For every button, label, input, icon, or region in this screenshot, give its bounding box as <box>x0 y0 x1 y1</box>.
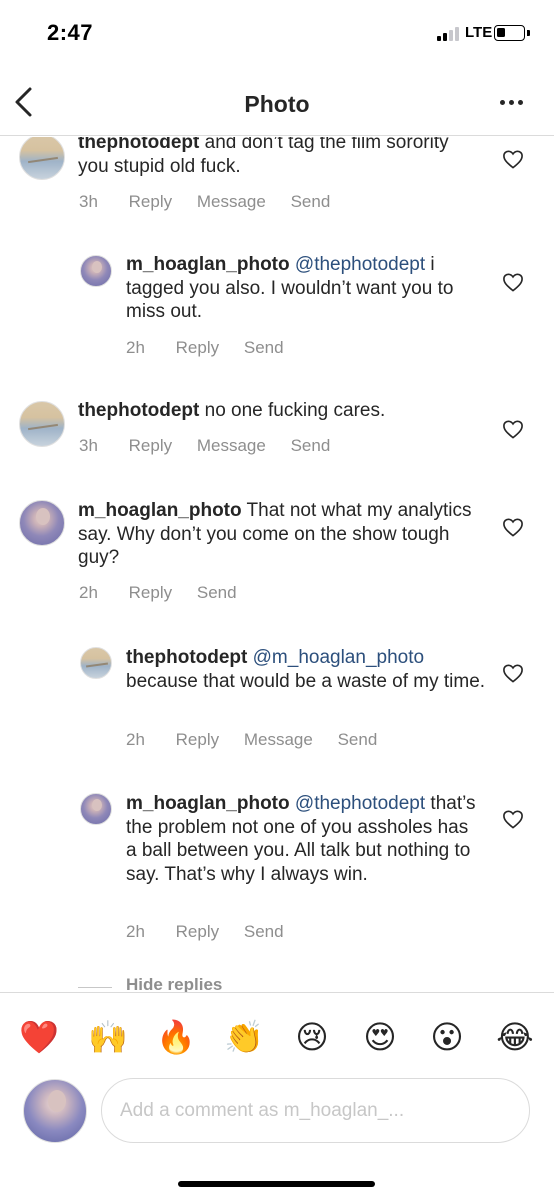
avatar[interactable] <box>19 401 65 447</box>
comment-meta: 2h Reply Send <box>79 583 257 603</box>
send-button[interactable]: Send <box>244 922 284 942</box>
page-title: Photo <box>244 91 310 117</box>
comment-time: 2h <box>79 583 98 602</box>
comment-text: thephotodept and don’t tag the film soro… <box>78 137 478 178</box>
comment-item: m_hoaglan_photo @thephotodept i tagged y… <box>0 249 554 364</box>
heart-icon[interactable] <box>502 419 524 439</box>
battery-icon <box>494 25 525 41</box>
comment-mention[interactable]: @thephotodept <box>290 254 425 275</box>
comment-username[interactable]: thephotodept <box>78 137 199 153</box>
comment-meta: 2h Reply Send <box>126 338 304 358</box>
heart-icon[interactable] <box>502 272 524 292</box>
heart-eyes-emoji-button[interactable]: 😍 <box>360 1017 400 1057</box>
comment-body: no one fucking cares. <box>199 400 386 421</box>
avatar[interactable] <box>19 500 65 546</box>
comments-list[interactable]: thephotodept and don’t tag the film soro… <box>0 137 554 992</box>
comment-username[interactable]: m_hoaglan_photo <box>126 793 290 814</box>
surprised-emoji-button[interactable]: 😮 <box>427 1017 467 1057</box>
send-button[interactable]: Send <box>291 192 331 212</box>
avatar[interactable] <box>19 137 65 180</box>
heart-icon[interactable] <box>502 663 524 683</box>
comment-meta: 2h Reply Message Send <box>126 730 397 750</box>
signal-icon <box>437 27 459 41</box>
comment-mention[interactable]: @thephotodept <box>290 793 425 814</box>
comment-item: m_hoaglan_photo @thephotodept that’s the… <box>0 788 554 958</box>
avatar[interactable] <box>80 793 112 825</box>
reply-button[interactable]: Reply <box>176 730 219 750</box>
comment-time: 3h <box>79 436 98 455</box>
comment-text: thephotodept no one fucking cares. <box>78 399 478 423</box>
heart-icon[interactable] <box>502 517 524 537</box>
current-user-avatar <box>23 1079 87 1143</box>
avatar[interactable] <box>80 647 112 679</box>
comment-meta: 3h Reply Message Send <box>79 436 350 456</box>
hide-replies-label: Hide replies <box>126 975 223 992</box>
send-button[interactable]: Send <box>291 436 331 456</box>
comment-item: m_hoaglan_photo That not what my analyti… <box>0 492 554 612</box>
comment-item: thephotodept and don’t tag the film soro… <box>0 137 554 232</box>
battery-cap <box>527 30 530 36</box>
reply-button[interactable]: Reply <box>129 436 172 456</box>
nav-header: Photo <box>0 72 554 136</box>
comment-input[interactable] <box>101 1078 530 1143</box>
avatar[interactable] <box>80 255 112 287</box>
emoji-quick-bar: ❤️ 🙌 🔥 👏 😢 😍 😮 😂 <box>0 1017 554 1059</box>
send-button[interactable]: Send <box>338 730 378 750</box>
comment-meta: 2h Reply Send <box>126 922 304 942</box>
raised-hands-emoji-button[interactable]: 🙌 <box>88 1017 128 1057</box>
comment-body: because that would be a waste of my time… <box>126 670 486 692</box>
send-button[interactable]: Send <box>244 338 284 358</box>
network-label: LTE <box>465 24 493 41</box>
laughing-emoji-button[interactable]: 😂 <box>495 1017 535 1057</box>
home-indicator[interactable] <box>178 1181 375 1187</box>
message-button[interactable]: Message <box>197 436 266 456</box>
heart-icon[interactable] <box>502 809 524 829</box>
comment-time: 2h <box>126 922 145 941</box>
reply-button[interactable]: Reply <box>176 922 219 942</box>
comment-text: thephotodept @m_hoaglan_photo because th… <box>126 646 486 693</box>
status-bar: 2:47 LTE <box>0 0 554 66</box>
comment-time: 2h <box>126 338 145 357</box>
heart-icon[interactable] <box>502 149 524 169</box>
status-time: 2:47 <box>47 20 94 45</box>
heart-emoji-button[interactable]: ❤️ <box>19 1017 59 1057</box>
message-button[interactable]: Message <box>197 192 266 212</box>
reply-button[interactable]: Reply <box>129 192 172 212</box>
comment-text: m_hoaglan_photo @thephotodept that’s the… <box>126 792 482 886</box>
send-button[interactable]: Send <box>197 583 237 603</box>
comment-username[interactable]: thephotodept <box>126 647 247 668</box>
comment-item: thephotodept @m_hoaglan_photo because th… <box>0 642 554 757</box>
comment-text: m_hoaglan_photo That not what my analyti… <box>78 499 478 570</box>
clapping-emoji-button[interactable]: 👏 <box>224 1017 264 1057</box>
comment-username[interactable]: thephotodept <box>78 400 199 421</box>
comment-text: m_hoaglan_photo @thephotodept i tagged y… <box>126 253 486 324</box>
hide-replies-line <box>78 987 112 988</box>
comment-time: 2h <box>126 730 145 749</box>
comment-username[interactable]: m_hoaglan_photo <box>126 254 290 275</box>
comment-username[interactable]: m_hoaglan_photo <box>78 500 242 521</box>
message-button[interactable]: Message <box>244 730 313 750</box>
crying-emoji-button[interactable]: 😢 <box>292 1017 332 1057</box>
comment-item: thephotodept no one fucking cares. 3h Re… <box>0 392 554 472</box>
more-options-icon[interactable] <box>500 100 526 108</box>
reply-button[interactable]: Reply <box>129 583 172 603</box>
comment-meta: 3h Reply Message Send <box>79 192 350 212</box>
comment-composer: ❤️ 🙌 🔥 👏 😢 😍 😮 😂 <box>0 992 554 1200</box>
comment-mention[interactable]: @m_hoaglan_photo <box>247 647 424 668</box>
reply-button[interactable]: Reply <box>176 338 219 358</box>
comment-time: 3h <box>79 192 98 211</box>
fire-emoji-button[interactable]: 🔥 <box>156 1017 196 1057</box>
